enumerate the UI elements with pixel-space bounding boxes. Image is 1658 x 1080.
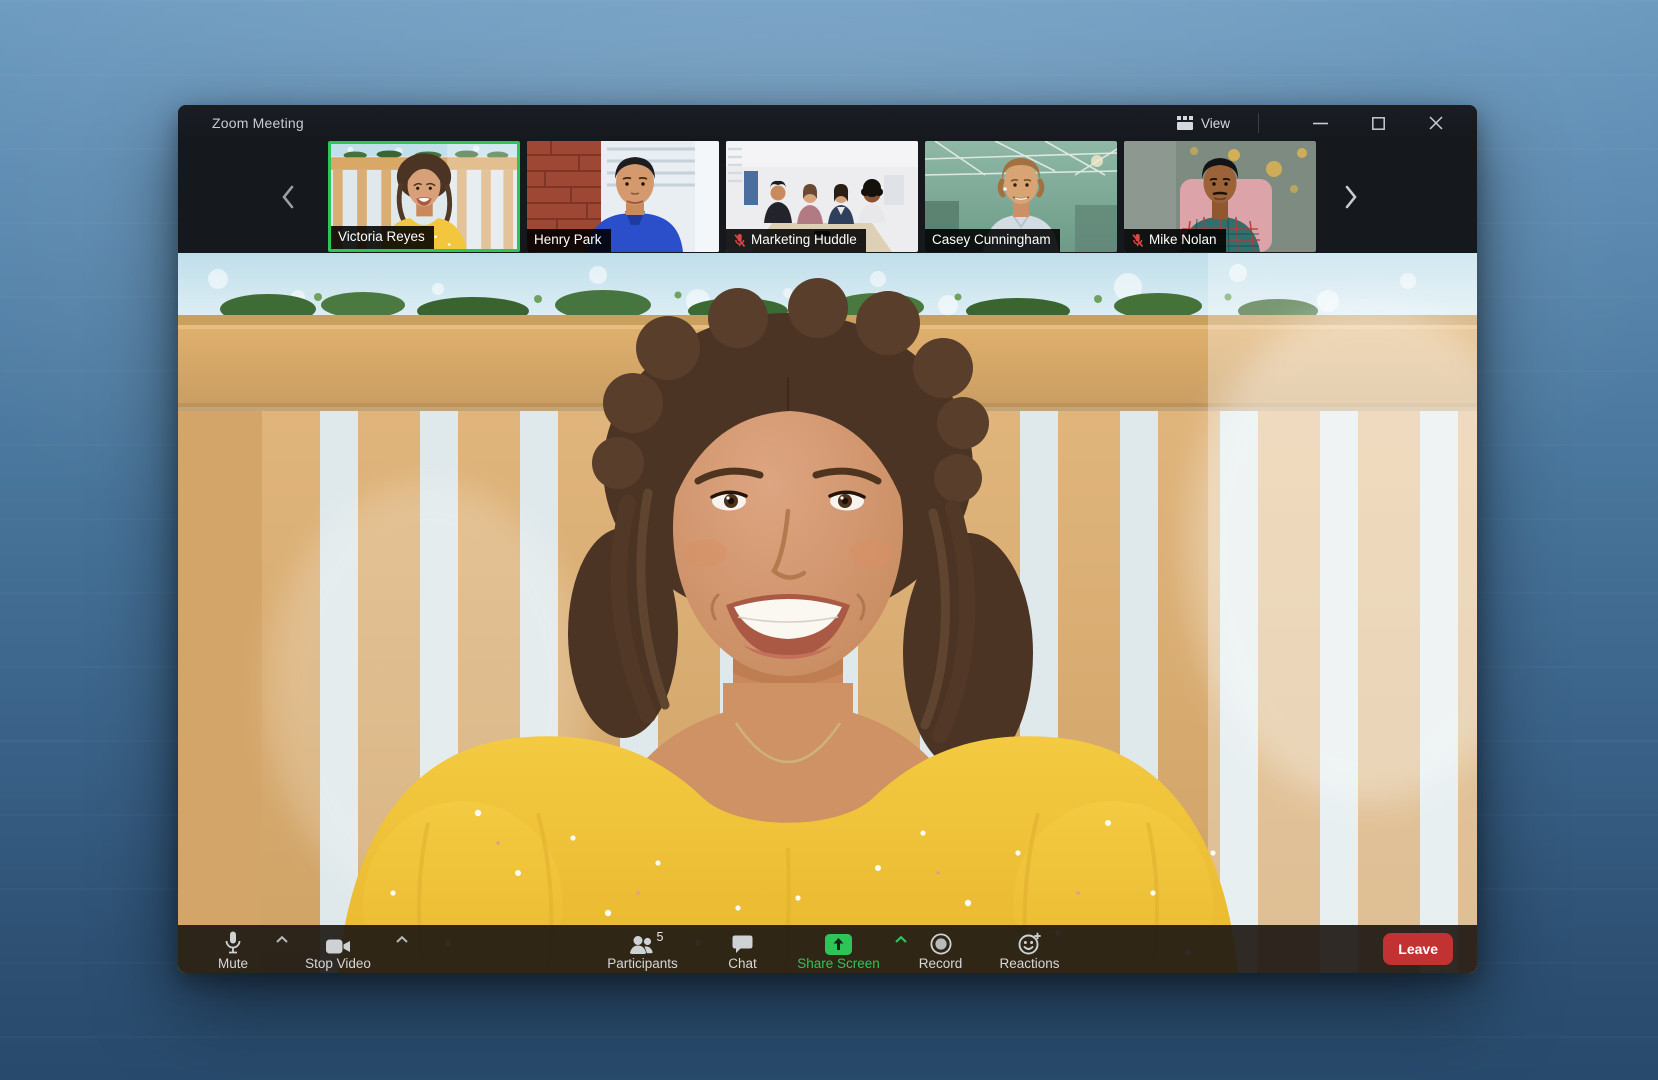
participant-thumbnail-victoria[interactable]: Victoria Reyes xyxy=(328,141,520,252)
microphone-icon xyxy=(224,931,242,955)
minimize-icon xyxy=(1313,122,1328,125)
thumbnail-strip: Victoria Reyes xyxy=(328,141,1316,252)
window-title: Zoom Meeting xyxy=(212,115,304,131)
participant-thumbnail-marketing-huddle[interactable]: Marketing Huddle xyxy=(726,141,918,252)
stop-video-label: Stop Video xyxy=(305,956,371,971)
close-icon xyxy=(1429,116,1443,130)
participant-thumbnail-casey[interactable]: Casey Cunningham xyxy=(925,141,1117,252)
zoom-meeting-window: Zoom Meeting View xyxy=(178,105,1477,973)
titlebar-divider xyxy=(1258,113,1259,133)
mute-options-caret[interactable] xyxy=(274,934,290,945)
meeting-toolbar: Mute Stop Video xyxy=(178,925,1477,973)
active-speaker-video xyxy=(178,253,1477,973)
reactions-button[interactable]: Reactions xyxy=(997,925,1063,973)
share-screen-label: Share Screen xyxy=(797,956,880,971)
gallery-view-icon xyxy=(1177,116,1193,130)
reactions-label: Reactions xyxy=(999,956,1059,971)
mute-label: Mute xyxy=(218,956,248,971)
reactions-smiley-icon xyxy=(1018,932,1042,955)
toolbar-left-group: Mute Stop Video xyxy=(208,925,378,973)
share-screen-icon xyxy=(825,934,852,955)
participant-name-label: Henry Park xyxy=(527,229,611,252)
title-bar: Zoom Meeting View xyxy=(178,105,1477,141)
desktop-background: Zoom Meeting View xyxy=(0,0,1658,1080)
record-icon xyxy=(930,933,952,955)
maximize-button[interactable] xyxy=(1361,109,1395,137)
chat-label: Chat xyxy=(728,956,757,971)
titlebar-controls: View xyxy=(1171,105,1477,141)
share-screen-options-caret[interactable] xyxy=(893,934,909,945)
filmstrip-prev-button[interactable] xyxy=(274,178,302,216)
chevron-up-icon xyxy=(396,936,408,943)
record-button[interactable]: Record xyxy=(915,925,967,973)
chat-bubble-icon xyxy=(732,935,753,955)
participants-label: Participants xyxy=(607,956,678,971)
toolbar-center-group: 5 Participants Chat xyxy=(593,925,1063,973)
muted-mic-icon xyxy=(1131,233,1144,248)
stop-video-button[interactable]: Stop Video xyxy=(298,925,378,973)
view-button[interactable]: View xyxy=(1171,112,1236,135)
view-label: View xyxy=(1201,116,1230,131)
video-camera-icon xyxy=(326,938,351,955)
chevron-left-icon xyxy=(280,184,296,210)
muted-mic-icon xyxy=(733,233,746,248)
chevron-up-icon xyxy=(895,936,907,943)
minimize-button[interactable] xyxy=(1303,109,1337,137)
participants-icon xyxy=(629,935,657,955)
participants-button[interactable]: 5 Participants xyxy=(593,925,693,973)
filmstrip-next-button[interactable] xyxy=(1337,178,1365,216)
participant-name-label: Mike Nolan xyxy=(1124,229,1226,252)
main-video-stage: Mute Stop Video xyxy=(178,253,1477,973)
chevron-up-icon xyxy=(276,936,288,943)
record-label: Record xyxy=(919,956,963,971)
participant-thumbnail-henry[interactable]: Henry Park xyxy=(527,141,719,252)
participants-count-badge: 5 xyxy=(657,930,664,944)
participant-thumbnail-mike[interactable]: Mike Nolan xyxy=(1124,141,1316,252)
chat-button[interactable]: Chat xyxy=(723,925,763,973)
stop-video-options-caret[interactable] xyxy=(394,934,410,945)
mute-button[interactable]: Mute xyxy=(208,925,258,973)
close-button[interactable] xyxy=(1419,109,1453,137)
participant-name-label: Casey Cunningham xyxy=(925,229,1060,252)
leave-button[interactable]: Leave xyxy=(1383,933,1453,965)
participant-filmstrip: Victoria Reyes xyxy=(178,141,1477,253)
participant-name-label: Victoria Reyes xyxy=(331,226,434,249)
share-screen-button[interactable]: Share Screen xyxy=(793,925,885,973)
maximize-icon xyxy=(1372,117,1385,130)
chevron-right-icon xyxy=(1343,184,1359,210)
participant-name-label: Marketing Huddle xyxy=(726,229,866,252)
